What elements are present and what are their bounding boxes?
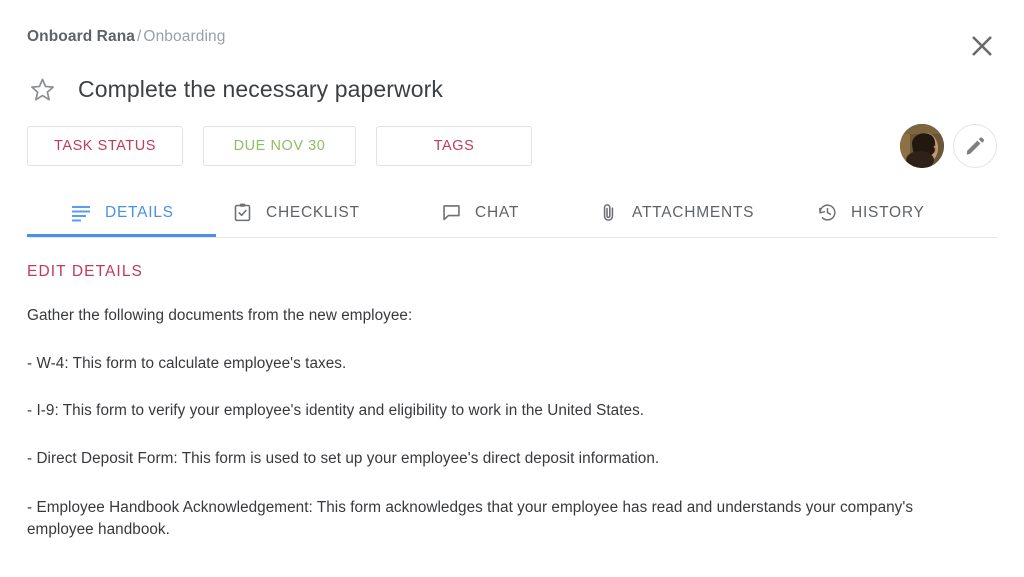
details-item: - Direct Deposit Form: This form is used…	[27, 449, 660, 467]
history-clock-icon	[815, 201, 839, 225]
breadcrumb-parent[interactable]: Onboard Rana	[27, 28, 135, 45]
task-status-chip[interactable]: TASK STATUS	[27, 126, 183, 166]
pencil-icon	[966, 137, 985, 155]
avatar-image	[900, 124, 944, 168]
tab-history-label: HISTORY	[851, 203, 925, 221]
details-item: - I-9: This form to verify your employee…	[27, 402, 645, 420]
edit-details-link[interactable]: EDIT DETAILS	[27, 263, 143, 281]
paperclip-icon	[596, 201, 620, 225]
tab-checklist[interactable]: CHECKLIST	[216, 191, 409, 237]
clipboard-check-icon	[230, 201, 254, 225]
tab-chat-label: CHAT	[475, 203, 520, 221]
tab-details[interactable]: DETAILS	[27, 191, 216, 237]
breadcrumb-current[interactable]: Onboarding	[143, 28, 225, 45]
details-item: - Employee Handbook Acknowledgement: Thi…	[27, 498, 914, 538]
edit-task-button[interactable]	[953, 124, 997, 168]
star-outline-icon[interactable]	[27, 74, 57, 104]
task-detail-panel: Onboard Rana / Onboarding Complete the nec…	[0, 0, 1024, 577]
details-intro: Gather the following documents from the …	[27, 307, 413, 324]
speech-bubble-icon	[439, 201, 463, 225]
details-item: - W-4: This form to calculate employee's…	[27, 354, 347, 372]
close-icon	[972, 36, 992, 56]
title-row: Complete the necessary paperwork	[27, 66, 997, 112]
chips-row: TASK STATUS DUE NOV 30 TAGS	[27, 124, 997, 168]
due-date-chip[interactable]: DUE NOV 30	[203, 126, 356, 166]
details-panel: EDIT DETAILS Gather the following docume…	[27, 238, 997, 541]
tags-chip[interactable]: TAGS	[376, 126, 532, 166]
close-button[interactable]	[962, 26, 1002, 66]
subject-lines-icon	[69, 201, 93, 225]
breadcrumb: Onboard Rana / Onboarding	[27, 28, 225, 46]
tab-bar: DETAILS CHECKLIST CHAT ATTACHMENTS HISTO…	[27, 189, 997, 238]
tab-details-label: DETAILS	[105, 203, 174, 221]
tab-chat[interactable]: CHAT	[409, 191, 569, 237]
breadcrumb-row: Onboard Rana / Onboarding	[27, 0, 997, 58]
tab-history[interactable]: HISTORY	[789, 191, 959, 237]
tab-attachments-label: ATTACHMENTS	[632, 203, 755, 221]
chips-right-actions	[900, 124, 997, 168]
tab-checklist-label: CHECKLIST	[266, 203, 360, 221]
tab-attachments[interactable]: ATTACHMENTS	[569, 191, 789, 237]
page-title: Complete the necessary paperwork	[78, 75, 443, 102]
avatar[interactable]	[900, 124, 944, 168]
